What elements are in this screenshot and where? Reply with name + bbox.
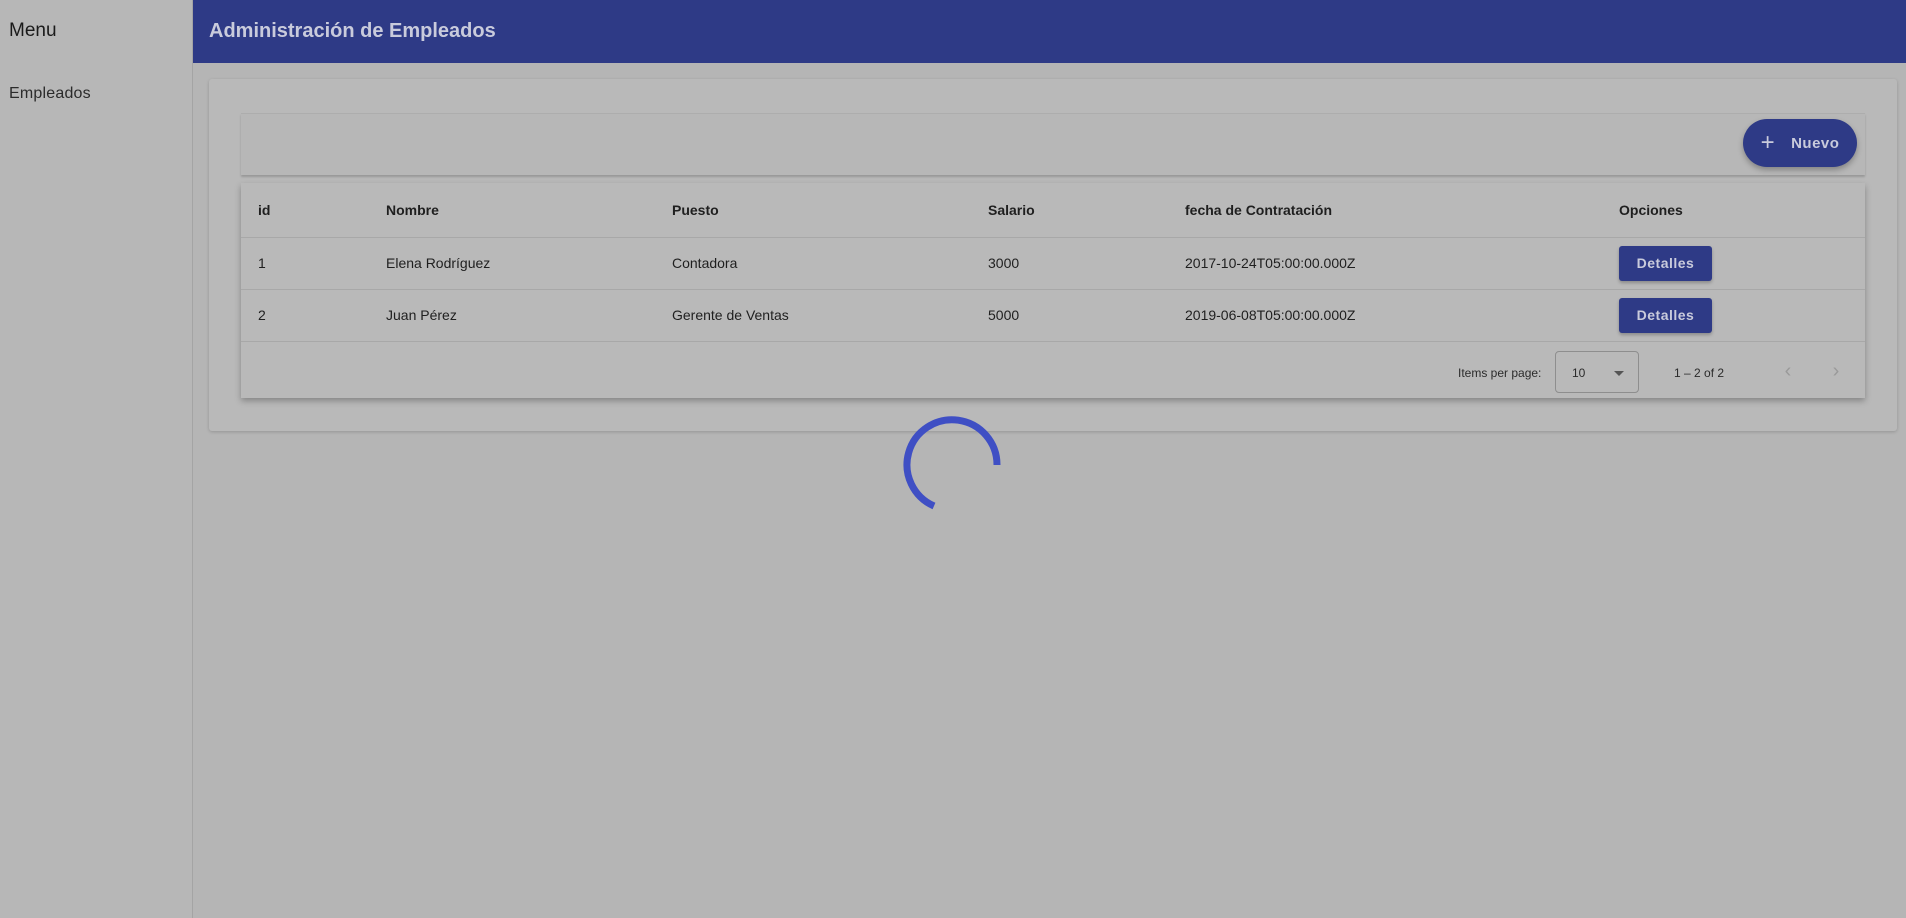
app-root: Menu Empleados Administración de Emplead… [0, 0, 1906, 918]
cell-fecha: 2017-10-24T05:00:00.000Z [1168, 237, 1602, 290]
column-header-salario[interactable]: Salario [971, 183, 1168, 238]
sidebar-item-empleados[interactable]: Empleados [9, 85, 91, 103]
page-size-select[interactable]: 10 [1555, 351, 1639, 393]
loading-spinner-icon [903, 416, 1001, 510]
table-row: 1 Elena Rodríguez Contadora 3000 2017-10… [241, 237, 1865, 290]
cell-id: 2 [241, 289, 369, 342]
table-row: 2 Juan Pérez Gerente de Ventas 5000 2019… [241, 289, 1865, 342]
details-button[interactable]: Detalles [1619, 245, 1712, 281]
cell-id: 1 [241, 237, 369, 290]
table-header-row: id Nombre Puesto Salario fecha de Contra… [241, 183, 1865, 238]
sidebar-title: Menu [9, 20, 57, 41]
cell-puesto: Gerente de Ventas [655, 289, 971, 342]
plus-icon: + [1760, 129, 1776, 156]
column-header-id[interactable]: id [241, 183, 369, 238]
page-range-label: 1 – 2 of 2 [1674, 366, 1725, 380]
content-card: + Nuevo id Nombre Puesto Salario fecha d… [209, 79, 1897, 431]
new-employee-button[interactable]: + Nuevo [1743, 119, 1857, 167]
cell-opciones: Detalles [1602, 237, 1865, 290]
paginator: Items per page: 10 1 – 2 of 2 ‹ › [241, 347, 1865, 397]
cell-nombre: Elena Rodríguez [369, 237, 655, 290]
page-title: Administración de Empleados [209, 20, 496, 42]
chevron-left-icon: ‹ [1784, 360, 1792, 382]
employees-table-card: id Nombre Puesto Salario fecha de Contra… [241, 183, 1865, 398]
column-header-opciones: Opciones [1602, 183, 1865, 238]
new-button-label: Nuevo [1791, 134, 1840, 152]
cell-nombre: Juan Pérez [369, 289, 655, 342]
caret-down-icon [1614, 371, 1624, 376]
top-toolbar: Administración de Empleados [193, 0, 1906, 63]
column-header-fecha[interactable]: fecha de Contratación [1168, 183, 1602, 238]
cell-fecha: 2019-06-08T05:00:00.000Z [1168, 289, 1602, 342]
next-page-button[interactable]: › [1823, 359, 1849, 385]
cell-opciones: Detalles [1602, 289, 1865, 342]
items-per-page-label: Items per page: [1458, 366, 1542, 380]
sidebar: Menu Empleados [0, 0, 193, 918]
chevron-right-icon: › [1832, 360, 1840, 382]
actions-toolbar: + Nuevo [241, 113, 1865, 175]
page-size-value: 10 [1572, 366, 1586, 380]
cell-salario: 3000 [971, 237, 1168, 290]
column-header-nombre[interactable]: Nombre [369, 183, 655, 238]
previous-page-button[interactable]: ‹ [1775, 359, 1801, 385]
cell-salario: 5000 [971, 289, 1168, 342]
column-header-puesto[interactable]: Puesto [655, 183, 971, 238]
employees-table: id Nombre Puesto Salario fecha de Contra… [241, 183, 1865, 342]
details-button[interactable]: Detalles [1619, 297, 1712, 333]
cell-puesto: Contadora [655, 237, 971, 290]
